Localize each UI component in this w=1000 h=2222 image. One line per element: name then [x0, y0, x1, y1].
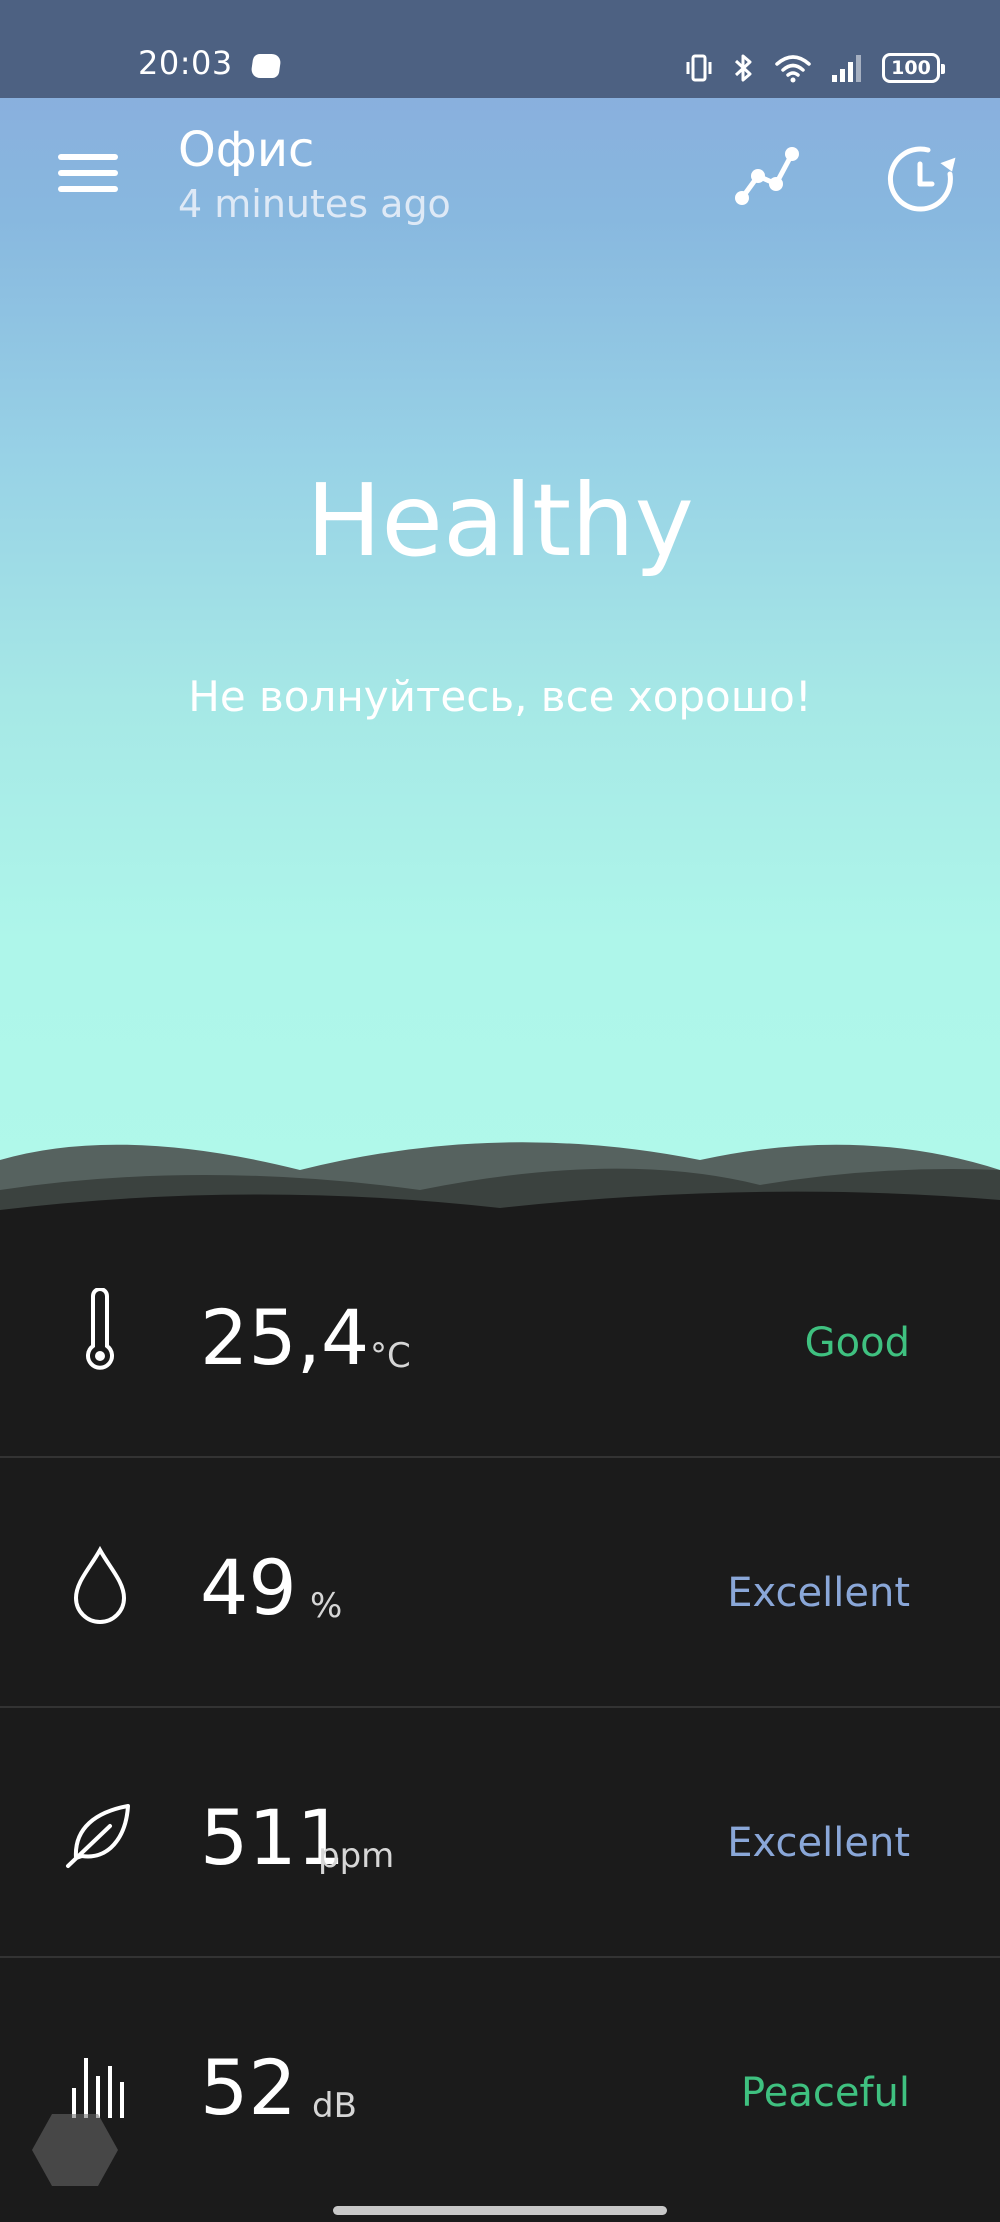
air-status-message: Не волнуйтесь, все хорошо! — [188, 672, 812, 721]
battery-icon: 100 — [882, 53, 945, 83]
signal-icon — [832, 55, 861, 82]
last-updated: 4 minutes ago — [178, 182, 451, 226]
air-status-title: Healthy — [306, 462, 694, 579]
droplet-icon — [73, 1545, 127, 1624]
metric-unit: ppm — [318, 1836, 395, 1876]
menu-button[interactable] — [58, 150, 120, 196]
bluetooth-icon — [734, 54, 752, 82]
history-icon[interactable] — [880, 138, 964, 222]
notification-icon — [250, 54, 282, 78]
system-icons: 100 — [684, 48, 945, 88]
thermometer-icon — [86, 1288, 114, 1370]
metric-value: 52 — [200, 2043, 297, 2132]
menu-icon-line — [58, 186, 118, 192]
metrics-list: 25,4 °C Good 49 % Excellent 511 ppm Exce… — [0, 1208, 1000, 2208]
hills-decoration — [0, 1142, 1000, 1210]
metric-rating: Excellent — [727, 1570, 910, 1616]
metric-rating: Peaceful — [741, 2070, 910, 2116]
battery-level: 100 — [891, 57, 931, 79]
status-time: 20:03 — [138, 44, 233, 82]
wifi-icon — [775, 55, 811, 83]
sky-background: 20:03 100 Офис 4 minutes ago Healthy Не … — [0, 0, 1000, 1210]
hexagon-overlay-icon — [32, 2114, 118, 2186]
metric-row-temperature[interactable]: 25,4 °C Good — [0, 1208, 1000, 1458]
status-bar: 20:03 100 — [0, 0, 1000, 98]
metric-row-humidity[interactable]: 49 % Excellent — [0, 1458, 1000, 1708]
metric-row-co2[interactable]: 511 ppm Excellent — [0, 1708, 1000, 1958]
metric-rating: Excellent — [727, 1820, 910, 1866]
graph-icon[interactable] — [730, 140, 802, 212]
leaf-icon — [66, 1804, 130, 1868]
menu-icon — [58, 154, 118, 160]
place-title: Офис — [178, 122, 315, 178]
metric-unit: dB — [312, 2086, 357, 2126]
vibrate-icon — [686, 54, 712, 82]
metric-value: 25,4 — [200, 1293, 370, 1382]
metric-rating: Good — [804, 1320, 910, 1366]
metric-row-noise[interactable]: 52 dB Peaceful — [0, 1958, 1000, 2208]
home-indicator[interactable] — [333, 2206, 667, 2215]
metric-unit: °C — [370, 1336, 411, 1376]
menu-icon-line — [58, 170, 118, 176]
metric-value: 49 — [200, 1543, 297, 1632]
metric-unit: % — [310, 1586, 343, 1626]
